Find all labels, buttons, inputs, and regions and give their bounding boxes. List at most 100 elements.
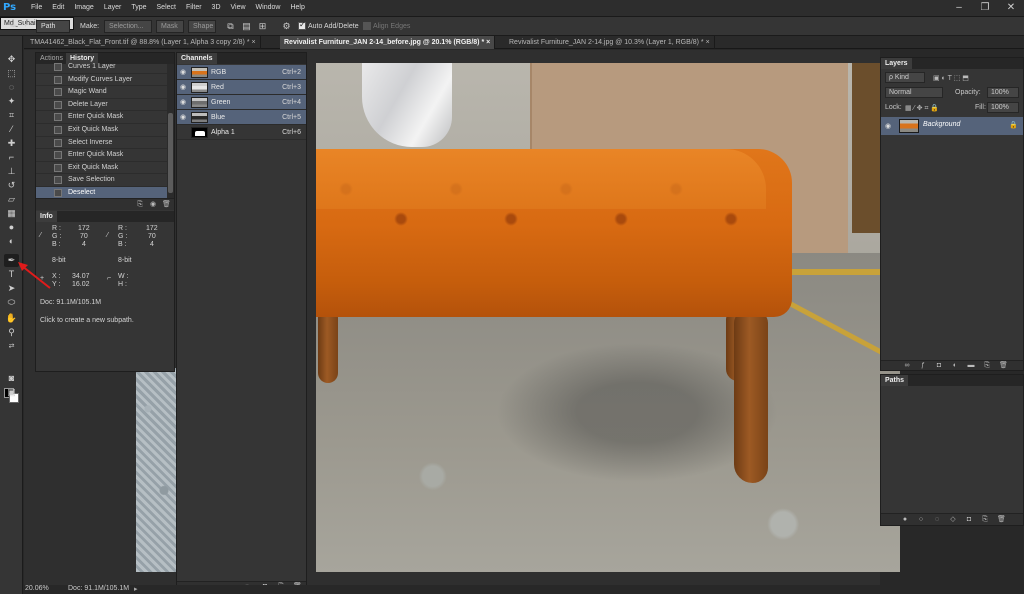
history-item[interactable]: Save Selection: [36, 174, 167, 187]
eyedropper-tool-icon[interactable]: ⁄: [4, 123, 19, 136]
visibility-eye-icon[interactable]: ◉: [180, 114, 187, 121]
menu-image[interactable]: Image: [69, 0, 98, 17]
tab-document-3[interactable]: Revivalist Furniture_JAN 2-14.jpg @ 10.3…: [505, 36, 715, 49]
history-item[interactable]: Enter Quick Mask: [36, 111, 167, 124]
tab-info[interactable]: Info: [36, 211, 57, 222]
menu-layer[interactable]: Layer: [99, 0, 127, 17]
channel-row-red[interactable]: ◉ Red Ctrl+3: [177, 80, 306, 95]
magic-wand-tool-icon[interactable]: ✦: [4, 95, 19, 108]
new-group-icon[interactable]: ▬: [967, 362, 975, 370]
document-image-bench[interactable]: [316, 63, 900, 572]
layer-filter-icons[interactable]: ▣ ◐ T ⬚ ⬒: [933, 74, 969, 82]
visibility-eye-icon[interactable]: ◉: [180, 69, 187, 76]
shape-tool-icon[interactable]: ⬭: [4, 296, 19, 309]
quick-mask-icon[interactable]: ◙: [4, 372, 19, 385]
lock-icons[interactable]: ▦ ⁄ ✥ ⌗ 🔒: [905, 104, 939, 113]
move-tool-icon[interactable]: ✥: [4, 53, 19, 66]
channel-row-blue[interactable]: ◉ Blue Ctrl+5: [177, 110, 306, 125]
menu-window[interactable]: Window: [251, 0, 286, 17]
camera-icon[interactable]: ◉: [149, 201, 157, 209]
menu-filter[interactable]: Filter: [181, 0, 207, 17]
menu-type[interactable]: Type: [126, 0, 151, 17]
restore-button[interactable]: ❐: [972, 0, 998, 17]
fill-path-icon[interactable]: ●: [901, 516, 909, 524]
menu-help[interactable]: Help: [285, 0, 309, 17]
add-mask-icon[interactable]: ◘: [965, 516, 973, 524]
marquee-tool-icon[interactable]: ⬚: [4, 67, 19, 80]
history-item[interactable]: Enter Quick Mask: [36, 149, 167, 162]
opacity-input[interactable]: 100%: [987, 87, 1019, 98]
zoom-level[interactable]: 20.06%: [25, 585, 49, 592]
gear-icon[interactable]: ⚙: [281, 21, 292, 32]
trash-icon[interactable]: 🗑: [997, 516, 1006, 524]
tab-channels[interactable]: Channels: [177, 53, 217, 64]
channel-row-rgb[interactable]: ◉ RGB Ctrl+2: [177, 65, 306, 80]
trash-icon[interactable]: 🗑: [162, 201, 171, 209]
screen-mode-icon[interactable]: ▣: [4, 386, 19, 399]
visibility-eye-icon[interactable]: ◉: [180, 84, 187, 91]
zoom-tool-icon[interactable]: ⚲: [4, 326, 19, 339]
minimize-button[interactable]: –: [946, 0, 972, 17]
history-item[interactable]: Exit Quick Mask: [36, 124, 167, 137]
make-work-path-icon[interactable]: ◇: [949, 516, 957, 524]
gradient-tool-icon[interactable]: ▦: [4, 207, 19, 220]
trash-icon[interactable]: 🗑: [999, 362, 1008, 370]
layer-filter-kind-select[interactable]: ρ Kind: [885, 72, 925, 83]
path-alignment-icon[interactable]: ▤: [241, 21, 252, 32]
eraser-tool-icon[interactable]: ▱: [4, 193, 19, 206]
chevron-down-icon[interactable]: ▾: [20, 21, 31, 32]
blend-mode-select[interactable]: Normal: [885, 87, 943, 98]
history-item[interactable]: Modify Curves Layer: [36, 74, 167, 87]
tab-layers[interactable]: Layers: [881, 58, 912, 69]
stroke-path-icon[interactable]: ○: [917, 516, 925, 524]
visibility-eye-icon[interactable]: ◉: [885, 122, 891, 130]
path-arrangement-icon[interactable]: ⊞: [257, 21, 268, 32]
tool-mode-select[interactable]: Path: [36, 20, 70, 33]
dodge-tool-icon[interactable]: ◐: [4, 235, 19, 248]
channel-row-alpha[interactable]: Alpha 1 Ctrl+6: [177, 125, 306, 140]
tab-document-1[interactable]: TMA41462_Black_Flat_Front.tif @ 88.8% (L…: [26, 36, 261, 49]
history-item[interactable]: Curves 1 Layer: [36, 61, 167, 74]
adjustment-layer-icon[interactable]: ◐: [951, 362, 959, 370]
path-operations-icon[interactable]: ⧉: [225, 21, 236, 32]
layer-row-background[interactable]: ◉ Background 🔒: [881, 117, 1023, 135]
visibility-eye-icon[interactable]: ◉: [180, 99, 187, 106]
layer-style-icon[interactable]: ƒ: [919, 362, 927, 370]
blur-tool-icon[interactable]: ●: [4, 221, 19, 234]
menu-view[interactable]: View: [226, 0, 251, 17]
brush-tool-icon[interactable]: ⌐: [4, 151, 19, 164]
new-path-icon[interactable]: ⎘: [981, 516, 989, 524]
layer-mask-icon[interactable]: ◘: [935, 362, 943, 370]
link-layers-icon[interactable]: ∞: [903, 362, 911, 370]
history-scroll-thumb[interactable]: [168, 113, 173, 193]
menu-file[interactable]: File: [26, 0, 47, 17]
menu-3d[interactable]: 3D: [207, 0, 226, 17]
make-selection-button[interactable]: Selection...: [104, 20, 152, 33]
make-mask-button[interactable]: Mask: [156, 20, 184, 33]
close-button[interactable]: ✕: [998, 0, 1024, 17]
status-arrow-icon[interactable]: ▸: [134, 585, 138, 593]
crop-tool-icon[interactable]: ⌗: [4, 109, 19, 122]
tab-paths[interactable]: Paths: [881, 375, 909, 386]
history-item[interactable]: Delete Layer: [36, 99, 167, 112]
menu-edit[interactable]: Edit: [47, 0, 69, 17]
menu-select[interactable]: Select: [152, 0, 181, 17]
history-item[interactable]: Exit Quick Mask: [36, 162, 167, 175]
channel-row-green[interactable]: ◉ Green Ctrl+4: [177, 95, 306, 110]
auto-add-delete-checkbox[interactable]: [298, 20, 306, 30]
history-item[interactable]: Select Inverse: [36, 137, 167, 150]
clone-stamp-tool-icon[interactable]: ⊥: [4, 165, 19, 178]
make-shape-button[interactable]: Shape: [188, 20, 216, 33]
history-item[interactable]: Magic Wand: [36, 86, 167, 99]
healing-brush-tool-icon[interactable]: ✚: [4, 137, 19, 150]
align-edges-checkbox[interactable]: [363, 22, 371, 30]
tab-document-2[interactable]: Revivalist Furniture_JAN 2-14_before.jpg…: [280, 36, 496, 49]
new-document-from-state-icon[interactable]: ⎘: [136, 201, 144, 209]
fill-input[interactable]: 100%: [987, 102, 1019, 113]
load-path-as-selection-icon[interactable]: ◌: [933, 516, 941, 524]
history-brush-tool-icon[interactable]: ↺: [4, 179, 19, 192]
pen-tool-preset-icon[interactable]: ✒: [8, 21, 19, 32]
lasso-tool-icon[interactable]: ◌: [4, 81, 19, 94]
default-colors-icon[interactable]: ⇄: [4, 340, 19, 353]
hand-tool-icon[interactable]: ✋: [4, 312, 19, 325]
